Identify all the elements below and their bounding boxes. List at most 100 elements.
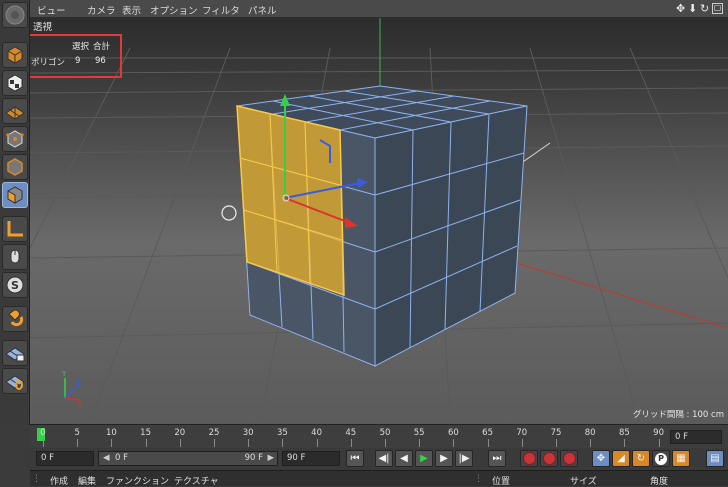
menu-display[interactable]: 表示	[122, 3, 141, 17]
layout-icon[interactable]: ▤	[706, 450, 724, 467]
go-to-start-icon[interactable]: ⏮	[346, 450, 364, 467]
maximize-view-icon[interactable]: ▢	[712, 3, 723, 14]
next-frame-icon[interactable]: ▶	[435, 450, 453, 467]
edge-mode-icon[interactable]	[2, 154, 28, 180]
record-keys-icon[interactable]	[520, 450, 538, 467]
frame-end-field[interactable]: 0 F	[670, 430, 722, 444]
menu-create[interactable]: 作成	[50, 474, 68, 487]
timeline-tick-label: 0	[40, 428, 46, 438]
go-to-end-icon[interactable]: ⏭	[488, 450, 506, 467]
axis-label-x: X	[77, 401, 82, 409]
record-point-level-icon[interactable]: ▦	[672, 450, 690, 467]
record-parameter-icon[interactable]: P	[652, 450, 670, 467]
timeline-tick-label: 70	[516, 428, 528, 438]
timeline-tick	[43, 439, 44, 447]
planar-workplane-icon[interactable]	[2, 368, 28, 394]
model-mode-icon[interactable]	[2, 42, 28, 68]
down-arrow-icon[interactable]: ⬇	[688, 2, 697, 15]
play-icon[interactable]: ▶	[415, 450, 433, 467]
range-left-arrow-icon[interactable]: ◀	[103, 452, 110, 465]
record-scale-icon[interactable]: ◢	[612, 450, 630, 467]
tweak-mode-icon[interactable]	[2, 244, 28, 270]
coord-rotation-label: 角度	[650, 477, 669, 487]
range-end-label: 90 F	[244, 453, 263, 463]
timeline-tick-label: 20	[174, 428, 186, 438]
timeline-tick	[77, 439, 79, 447]
timeline-tick	[248, 439, 250, 447]
timeline-tick-label: 55	[413, 428, 425, 438]
viewport-3d[interactable]: 透視 Y Z X 選択 合計 ポリゴン 9 96 グリッド間隔: 100 cm	[30, 18, 728, 424]
selection-stats-box: 選択 合計 ポリゴン 9 96	[30, 34, 122, 78]
timeline-tick	[556, 439, 557, 447]
timeline-tick	[590, 439, 592, 447]
menu-filter[interactable]: フィルタ	[202, 3, 240, 17]
scene-canvas[interactable]: Y Z X	[30, 18, 728, 424]
timeline[interactable]: 0 5 10 15 20 25 30 35 40 45 50 55 60 65 70 75 80 85 90 0 F	[30, 424, 728, 448]
axis-label-z: Z	[76, 379, 81, 387]
current-frame-field[interactable]: 0 F	[36, 451, 94, 466]
timeline-tick-label: 60	[447, 428, 459, 438]
timeline-tick-label: 30	[242, 428, 254, 438]
panel-grip-icon-right[interactable]: ⋮	[474, 474, 483, 484]
range-right-arrow-icon[interactable]: ▶	[267, 452, 274, 465]
axis-label-y: Y	[61, 370, 67, 378]
timeline-tick	[282, 439, 284, 447]
axis-mode-icon[interactable]	[2, 216, 28, 242]
prev-keyframe-icon[interactable]: ◀|	[375, 450, 393, 467]
timeline-tick-label: 90	[653, 428, 665, 438]
menu-panel[interactable]: パネル	[248, 3, 277, 17]
stats-row-label: ポリゴン	[31, 58, 66, 68]
timeline-tick-label: 85	[618, 428, 630, 438]
transport-bar: 0 F ◀ 0 F 90 F ▶ 90 F ⏮ ◀| ◀ ▶ ▶ |▶ ⏭ ✥ …	[30, 448, 728, 470]
keyframe-selection-icon[interactable]	[560, 450, 578, 467]
texture-mode-icon[interactable]	[2, 70, 28, 96]
snap-icon[interactable]: S	[2, 272, 28, 298]
range-start-label: 0 F	[115, 453, 128, 463]
menu-texture[interactable]: テクスチャ	[174, 474, 219, 487]
autokey-icon[interactable]	[540, 450, 558, 467]
timeline-tick-label: 15	[140, 428, 152, 438]
stats-total-count: 96	[95, 56, 106, 66]
point-mode-icon[interactable]	[2, 126, 28, 152]
timeline-tick-label: 40	[311, 428, 323, 438]
record-rotation-icon[interactable]: ↻	[632, 450, 650, 467]
timeline-tick	[624, 439, 626, 447]
timeline-tick	[111, 439, 113, 447]
panel-grip-icon[interactable]: ⋮	[32, 474, 41, 484]
timeline-tick-label: 80	[584, 428, 596, 438]
coord-size-label: サイズ	[570, 477, 597, 487]
timeline-tick	[453, 439, 455, 447]
next-keyframe-icon[interactable]: |▶	[455, 450, 473, 467]
coord-position-label: 位置	[492, 477, 511, 487]
workplane-icon[interactable]	[2, 98, 28, 124]
prev-frame-icon[interactable]: ◀	[395, 450, 413, 467]
timeline-tick	[658, 439, 660, 447]
menu-edit[interactable]: 編集	[78, 474, 96, 487]
rotate-view-icon[interactable]: ↻	[700, 2, 709, 15]
record-position-icon[interactable]: ✥	[592, 450, 610, 467]
move-view-icon[interactable]: ✥	[676, 2, 685, 15]
timeline-tick-label: 35	[276, 428, 288, 438]
timeline-tick	[145, 439, 147, 447]
logo-icon	[2, 2, 28, 28]
menu-options[interactable]: オプション	[150, 3, 198, 17]
timeline-tick	[487, 439, 489, 447]
frame-range-slider[interactable]: ◀ 0 F 90 F ▶	[98, 451, 278, 466]
timeline-tick	[350, 439, 352, 447]
max-frame-field[interactable]: 90 F	[282, 451, 340, 466]
timeline-tick	[179, 439, 181, 447]
timeline-tick	[214, 439, 215, 447]
menubar: ビュー カメラ 表示 オプション フィルタ パネル ✥ ⬇ ↻ ▢	[30, 0, 728, 18]
stats-header-select: 選択	[72, 42, 90, 52]
menu-camera[interactable]: カメラ	[87, 3, 116, 17]
svg-text:S: S	[11, 279, 19, 292]
menu-function[interactable]: ファンクション	[106, 474, 169, 487]
magnet-icon[interactable]	[2, 306, 28, 332]
polygon-mode-icon[interactable]	[2, 182, 28, 208]
menu-view[interactable]: ビュー	[37, 3, 66, 17]
timeline-tick	[385, 439, 386, 447]
timeline-tick	[521, 439, 523, 447]
lock-workplane-icon[interactable]	[2, 340, 28, 366]
bottom-bar: ⋮ 作成 編集 ファンクション テクスチャ ⋮ 位置 サイズ 角度	[30, 470, 728, 487]
timeline-tick-label: 10	[105, 428, 117, 438]
